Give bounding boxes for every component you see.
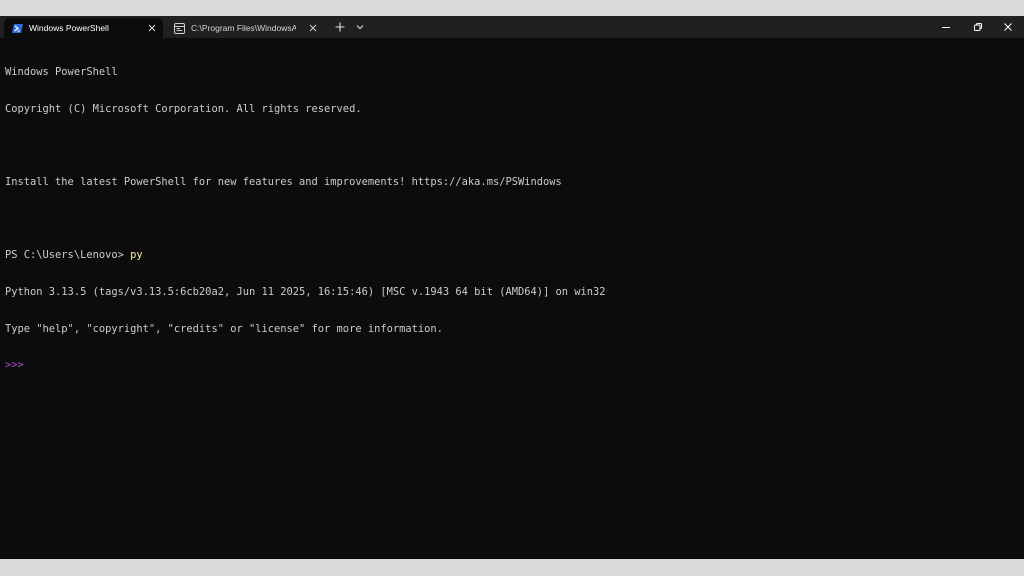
tab-label: C:\Program Files\WindowsApp: [191, 23, 296, 33]
output-line: Windows PowerShell: [5, 66, 118, 79]
ps-command: py: [130, 249, 143, 262]
title-bar: Windows PowerShell C:\Program Files\Wind…: [0, 16, 1024, 38]
tab-program-files[interactable]: C:\Program Files\WindowsApp: [166, 18, 324, 38]
python-prompt-line[interactable]: >>>: [5, 359, 1015, 371]
output-line: Python 3.13.5 (tags/v3.13.5:6cb20a2, Jun…: [5, 285, 606, 298]
output-line: Install the latest PowerShell for new fe…: [5, 176, 562, 189]
minimize-button[interactable]: [930, 16, 962, 38]
terminal-window: Windows PowerShell C:\Program Files\Wind…: [0, 16, 1024, 559]
restore-icon: [974, 23, 982, 31]
tab-windows-powershell[interactable]: Windows PowerShell: [4, 18, 163, 38]
terminal-app-icon: [174, 23, 185, 34]
close-icon: [1004, 23, 1012, 31]
output-line: Type "help", "copyright", "credits" or "…: [5, 322, 443, 335]
terminal-output[interactable]: Windows PowerShell Copyright (C) Microso…: [5, 42, 1015, 396]
close-window-button[interactable]: [992, 16, 1024, 38]
new-tab-icon[interactable]: [332, 20, 348, 34]
restore-button[interactable]: [962, 16, 994, 38]
tab-label: Windows PowerShell: [29, 23, 109, 33]
python-prompt: >>>: [5, 359, 24, 372]
powershell-icon: [12, 24, 23, 33]
chevron-down-icon[interactable]: [353, 20, 367, 34]
close-tab-icon[interactable]: [308, 23, 318, 33]
output-line: Copyright (C) Microsoft Corporation. All…: [5, 103, 362, 115]
close-tab-icon[interactable]: [147, 23, 157, 33]
ps-prompt: PS C:\Users\Lenovo>: [5, 249, 131, 262]
ps-prompt-line: PS C:\Users\Lenovo> py: [5, 249, 1015, 261]
minimize-icon: [942, 27, 950, 28]
